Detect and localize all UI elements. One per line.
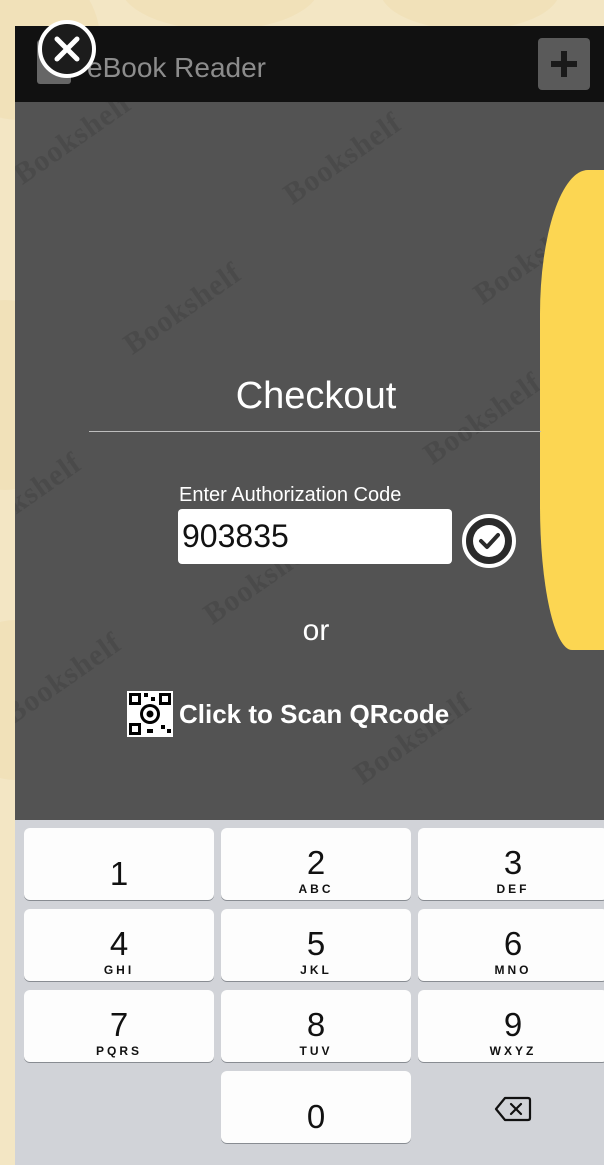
key-4[interactable]: 4 GHI — [24, 909, 214, 981]
key-digit: 4 — [109, 925, 129, 962]
key-0[interactable]: 0 — [221, 1071, 411, 1143]
authorization-code-label: Enter Authorization Code — [179, 484, 402, 506]
key-letters: ABC — [298, 882, 334, 896]
key-digit: 7 — [109, 1006, 129, 1043]
key-digit: 6 — [503, 925, 523, 962]
key-letters: PQRS — [95, 1044, 142, 1058]
key-digit: 1 — [109, 855, 129, 892]
key-letters: MNO — [494, 963, 532, 977]
key-1[interactable]: 1 — [24, 828, 214, 900]
key-3[interactable]: 3 DEF — [418, 828, 604, 900]
qrcode-icon — [127, 691, 173, 737]
key-8[interactable]: 8 TUV — [221, 990, 411, 1062]
key-7[interactable]: 7 PQRS — [24, 990, 214, 1062]
checkmark-circle-icon — [462, 514, 516, 568]
add-book-button[interactable] — [538, 38, 590, 90]
key-digit: 2 — [306, 844, 326, 881]
key-digit: 3 — [503, 844, 523, 881]
authorization-code-input[interactable] — [178, 509, 452, 564]
numeric-keypad: 1 2 ABC 3 DEF 4 GHI 5 JKL 6 MNO 7 PQRS 8… — [15, 820, 604, 1165]
key-letters: GHI — [103, 963, 135, 977]
watermark: Bookshelf — [117, 256, 248, 362]
watermark: Bookshelf — [15, 446, 88, 552]
key-6[interactable]: 6 MNO — [418, 909, 604, 981]
checkout-title: Checkout — [235, 375, 397, 417]
key-digit: 5 — [306, 925, 326, 962]
scan-qrcode-link[interactable]: Click to Scan QRcode — [127, 690, 449, 738]
key-letters: TUV — [299, 1044, 333, 1058]
key-digit: 0 — [306, 1098, 326, 1135]
backspace-icon — [494, 1096, 532, 1121]
key-2[interactable]: 2 ABC — [221, 828, 411, 900]
close-button[interactable] — [38, 20, 96, 78]
divider — [89, 431, 541, 432]
app-header: eBook Reader — [15, 26, 604, 102]
key-letters: DEF — [496, 882, 530, 896]
watermark: Bookshelf — [15, 102, 138, 192]
app-title: eBook Reader — [87, 52, 267, 83]
scan-qrcode-label: Click to Scan QRcode — [179, 698, 450, 729]
key-digit: 9 — [503, 1006, 523, 1043]
submit-code-button[interactable] — [461, 513, 517, 569]
key-digit: 8 — [306, 1006, 326, 1043]
key-letters: WXYZ — [489, 1044, 537, 1058]
key-5[interactable]: 5 JKL — [221, 909, 411, 981]
key-letters: JKL — [300, 963, 332, 977]
delete-key[interactable] — [418, 1071, 604, 1143]
close-circle-icon — [54, 36, 80, 62]
or-separator: or — [302, 614, 330, 647]
key-9[interactable]: 9 WXYZ — [418, 990, 604, 1062]
watermark: Bookshelf — [277, 106, 408, 212]
